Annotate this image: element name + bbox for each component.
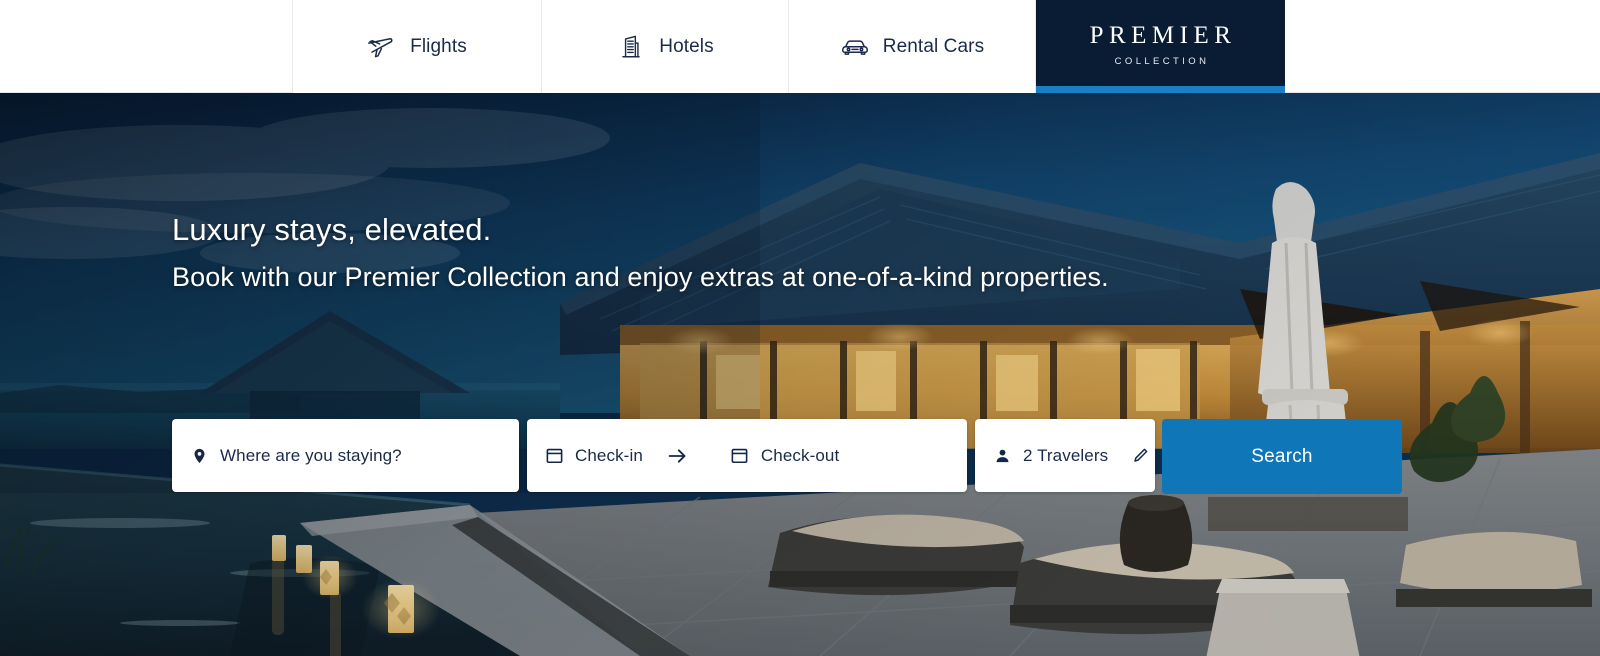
- nav-left-spacer: [0, 0, 292, 92]
- check-in-field[interactable]: Check-in: [527, 446, 643, 466]
- hero-subheadline: Book with our Premier Collection and enj…: [172, 261, 1109, 292]
- arrow-right-icon: [643, 448, 713, 464]
- nav-tab-hotels[interactable]: Hotels: [541, 0, 788, 93]
- travelers-value: 2 Travelers: [1023, 445, 1109, 465]
- building-icon: [616, 32, 646, 62]
- check-out-field[interactable]: Check-out: [713, 446, 839, 466]
- search-form: Where are you staying? Check-in Check-ou…: [172, 419, 1402, 494]
- dates-field[interactable]: Check-in Check-out: [527, 419, 967, 492]
- nav-tab-flights-label: Flights: [410, 35, 467, 57]
- calendar-icon: [544, 446, 564, 466]
- hero-banner: Luxury stays, elevated. Book with our Pr…: [0, 93, 1600, 656]
- premier-collection-subtitle: COLLECTION: [1114, 56, 1210, 67]
- main-navigation: Flights Hotels Rental Cars PREMIER COLLE…: [0, 0, 1600, 93]
- car-icon: [840, 32, 870, 62]
- check-out-label: Check-out: [760, 445, 840, 465]
- nav-right-spacer: [1285, 0, 1600, 92]
- hero-text-block: Luxury stays, elevated. Book with our Pr…: [172, 93, 1412, 294]
- active-tab-underline: [1036, 86, 1285, 93]
- nav-tab-hotels-label: Hotels: [659, 35, 714, 57]
- travelers-field[interactable]: 2 Travelers: [975, 419, 1155, 492]
- nav-tab-rental-cars[interactable]: Rental Cars: [788, 0, 1035, 93]
- airplane-icon: [367, 32, 397, 62]
- search-button[interactable]: Search: [1162, 419, 1402, 494]
- nav-tab-flights[interactable]: Flights: [292, 0, 541, 93]
- premier-collection-title: PREMIER: [1089, 22, 1237, 49]
- hero-headline: Luxury stays, elevated.: [172, 212, 492, 247]
- nav-tab-rental-cars-label: Rental Cars: [882, 35, 985, 57]
- page-root: Flights Hotels Rental Cars PREMIER COLLE…: [0, 0, 1600, 656]
- calendar-icon: [730, 446, 750, 466]
- check-in-label: Check-in: [575, 445, 643, 465]
- destination-placeholder: Where are you staying?: [220, 445, 402, 465]
- nav-tab-premier-collection[interactable]: PREMIER COLLECTION: [1035, 0, 1285, 93]
- map-pin-icon: [189, 446, 209, 466]
- person-icon: [992, 446, 1012, 466]
- pencil-icon[interactable]: [1131, 447, 1149, 465]
- destination-field[interactable]: Where are you staying?: [172, 419, 519, 492]
